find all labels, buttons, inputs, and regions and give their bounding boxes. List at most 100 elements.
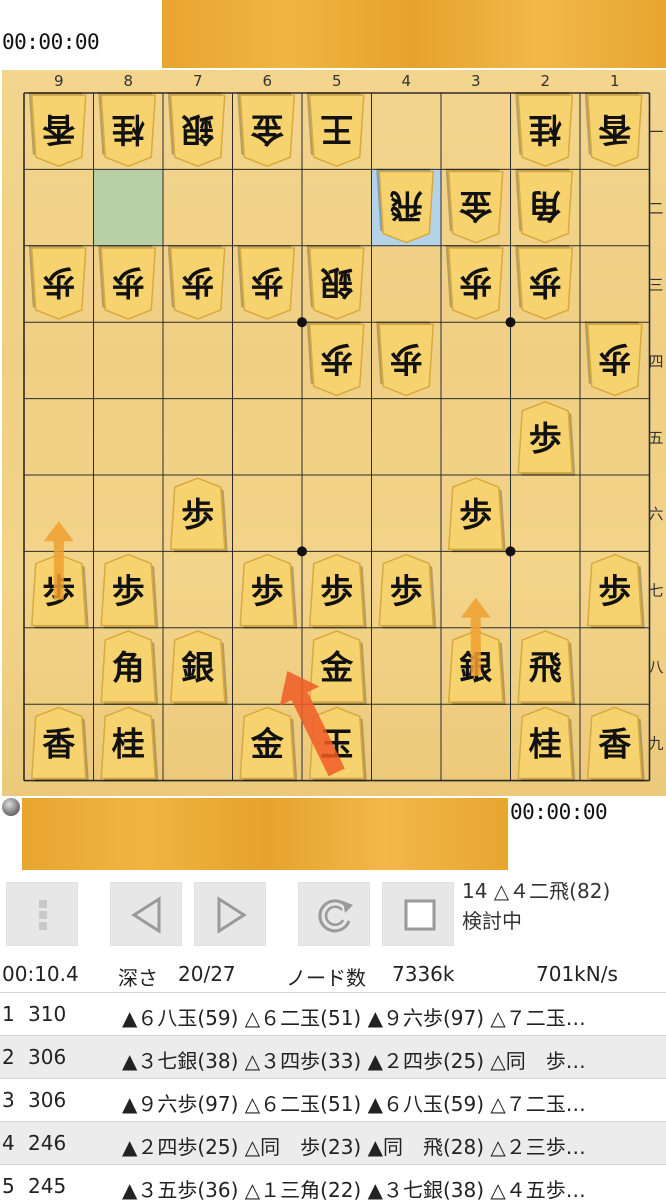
shogi-piece[interactable]: 銀 (306, 245, 365, 320)
shogi-piece[interactable]: 桂 (517, 706, 576, 782)
shogi-piece[interactable]: 金 (308, 630, 367, 705)
shogi-piece[interactable]: 歩 (308, 553, 367, 629)
svg-text:香: 香 (598, 724, 631, 763)
svg-text:桂: 桂 (529, 110, 562, 149)
shogi-piece[interactable]: 角 (515, 168, 574, 244)
shogi-piece[interactable]: 歩 (515, 245, 574, 320)
pv-moves: ▲３七銀(38) △３四歩(33) ▲２四歩(25) △同 歩… (122, 1049, 586, 1073)
shogi-piece[interactable]: 香 (28, 92, 87, 168)
pv-score: 310 (28, 1002, 67, 1026)
previous-move-button[interactable] (110, 882, 182, 946)
shogi-piece[interactable]: 銀 (167, 92, 226, 168)
svg-text:歩: 歩 (529, 419, 562, 458)
pv-index: 2 (2, 1045, 15, 1069)
shogi-piece[interactable]: 歩 (167, 245, 226, 320)
shogi-piece[interactable]: 金 (239, 706, 298, 782)
shogi-piece[interactable]: 飛 (517, 630, 576, 705)
svg-text:歩: 歩 (251, 263, 284, 302)
svg-text:歩: 歩 (390, 572, 423, 611)
shogi-piece[interactable]: 王 (306, 92, 365, 168)
pv-row[interactable]: 2 306 ▲３七銀(38) △３四歩(33) ▲２四歩(25) △同 歩… (0, 1035, 666, 1078)
pv-row[interactable]: 5 245 ▲３五歩(36) △１三角(22) ▲３七銀(38) △４五歩… (0, 1164, 666, 1200)
gote-clock: 00:00:00 (2, 30, 100, 54)
shogi-piece[interactable]: 歩 (100, 553, 159, 629)
gote-piece-stand (162, 0, 666, 68)
rank-label: 三 (648, 276, 663, 294)
rank-label: 六 (648, 505, 663, 523)
shogi-piece[interactable]: 歩 (584, 321, 643, 397)
board-canvas[interactable]: 9 8 7 6 5 4 3 2 1一二三四五六七八九香桂銀金王桂香飛金角歩歩歩歩銀歩歩歩歩歩歩歩… (2, 70, 666, 796)
shogi-piece[interactable]: 歩 (98, 245, 157, 320)
svg-text:歩: 歩 (459, 263, 492, 302)
rank-label: 一 (648, 123, 663, 141)
svg-text:歩: 歩 (598, 572, 631, 611)
shogi-piece[interactable]: 香 (30, 706, 89, 782)
rank-label: 九 (648, 734, 663, 752)
svg-text:銀: 銀 (320, 263, 353, 302)
shogi-piece[interactable]: 角 (100, 630, 159, 705)
menu-button[interactable] (6, 882, 78, 946)
pv-score: 306 (28, 1045, 67, 1069)
engine-stats: 00:10.4 深さ 20/27 ノード数 7336k 701kN/s (0, 958, 666, 990)
shogi-piece[interactable]: 桂 (100, 706, 159, 782)
shogi-piece[interactable]: 歩 (28, 245, 87, 320)
shogi-piece[interactable]: 歩 (517, 400, 576, 476)
pv-score: 306 (28, 1088, 67, 1112)
svg-text:桂: 桂 (112, 724, 145, 763)
file-label: 8 (123, 72, 133, 90)
pv-moves: ▲６八玉(59) △６二玉(51) ▲９六歩(97) △７二玉… (122, 1006, 586, 1030)
shogi-piece[interactable]: 桂 (98, 92, 157, 168)
rank-label: 八 (648, 658, 663, 676)
shogi-piece[interactable]: 歩 (378, 553, 437, 629)
shogi-piece[interactable]: 金 (237, 92, 296, 168)
shogi-piece[interactable]: 歩 (306, 321, 365, 397)
svg-text:金: 金 (250, 110, 285, 149)
svg-text:桂: 桂 (529, 724, 562, 763)
analysis-status: 検討中 (462, 909, 522, 933)
svg-text:角: 角 (529, 187, 562, 226)
shogi-board[interactable]: 987654321一二三四五六七八九香桂銀金王桂香飛金角歩歩歩歩銀歩歩歩歩歩歩歩… (2, 70, 666, 796)
pv-row[interactable]: 1 310 ▲６八玉(59) △６二玉(51) ▲９六歩(97) △７二玉… (0, 992, 666, 1035)
shogi-piece[interactable]: 香 (584, 92, 643, 168)
depth-label: 深さ (118, 966, 158, 990)
shogi-piece[interactable]: 香 (586, 706, 645, 782)
shogi-piece[interactable]: 銀 (169, 630, 228, 705)
svg-text:歩: 歩 (320, 339, 353, 378)
shogi-piece[interactable]: 歩 (169, 477, 228, 553)
shogi-piece[interactable]: 歩 (586, 553, 645, 629)
star-point (505, 317, 516, 328)
rank-label: 七 (648, 582, 663, 600)
depth-value: 20/27 (178, 962, 236, 986)
file-label: 3 (471, 72, 481, 90)
stop-button[interactable] (382, 882, 454, 946)
nodes-label: ノード数 (286, 966, 366, 990)
pv-score: 245 (28, 1174, 67, 1198)
svg-text:香: 香 (598, 110, 631, 149)
shogi-piece[interactable]: 桂 (515, 92, 574, 168)
shogi-piece[interactable]: 歩 (447, 477, 506, 553)
svg-text:歩: 歩 (251, 572, 284, 611)
next-move-button[interactable] (194, 882, 266, 946)
svg-text:飛: 飛 (529, 648, 562, 687)
svg-text:歩: 歩 (598, 339, 631, 378)
refresh-analysis-button[interactable] (298, 882, 370, 946)
pv-row[interactable]: 4 246 ▲２四歩(25) △同 歩(23) ▲同 飛(28) △２三歩… (0, 1121, 666, 1164)
shogi-piece[interactable]: 歩 (239, 553, 298, 629)
last-move-from-square[interactable] (93, 169, 164, 246)
svg-text:歩: 歩 (112, 263, 145, 302)
pv-row[interactable]: 3 306 ▲９六歩(97) △６二玉(51) ▲６八玉(59) △７二玉… (0, 1078, 666, 1121)
triangle-right-icon (217, 896, 247, 934)
svg-text:歩: 歩 (42, 263, 75, 302)
svg-text:銀: 銀 (181, 110, 214, 149)
shogi-piece[interactable]: 歩 (376, 321, 435, 397)
file-label: 2 (540, 72, 550, 90)
shogi-piece[interactable]: 歩 (237, 245, 296, 320)
shogi-piece[interactable]: 歩 (445, 245, 504, 320)
svg-text:香: 香 (42, 110, 75, 149)
svg-text:歩: 歩 (529, 263, 562, 302)
shogi-piece[interactable]: 飛 (376, 168, 435, 244)
pv-score: 246 (28, 1131, 67, 1155)
svg-text:香: 香 (42, 724, 75, 763)
shogi-piece[interactable]: 金 (445, 168, 504, 244)
file-label: 9 (54, 72, 64, 90)
